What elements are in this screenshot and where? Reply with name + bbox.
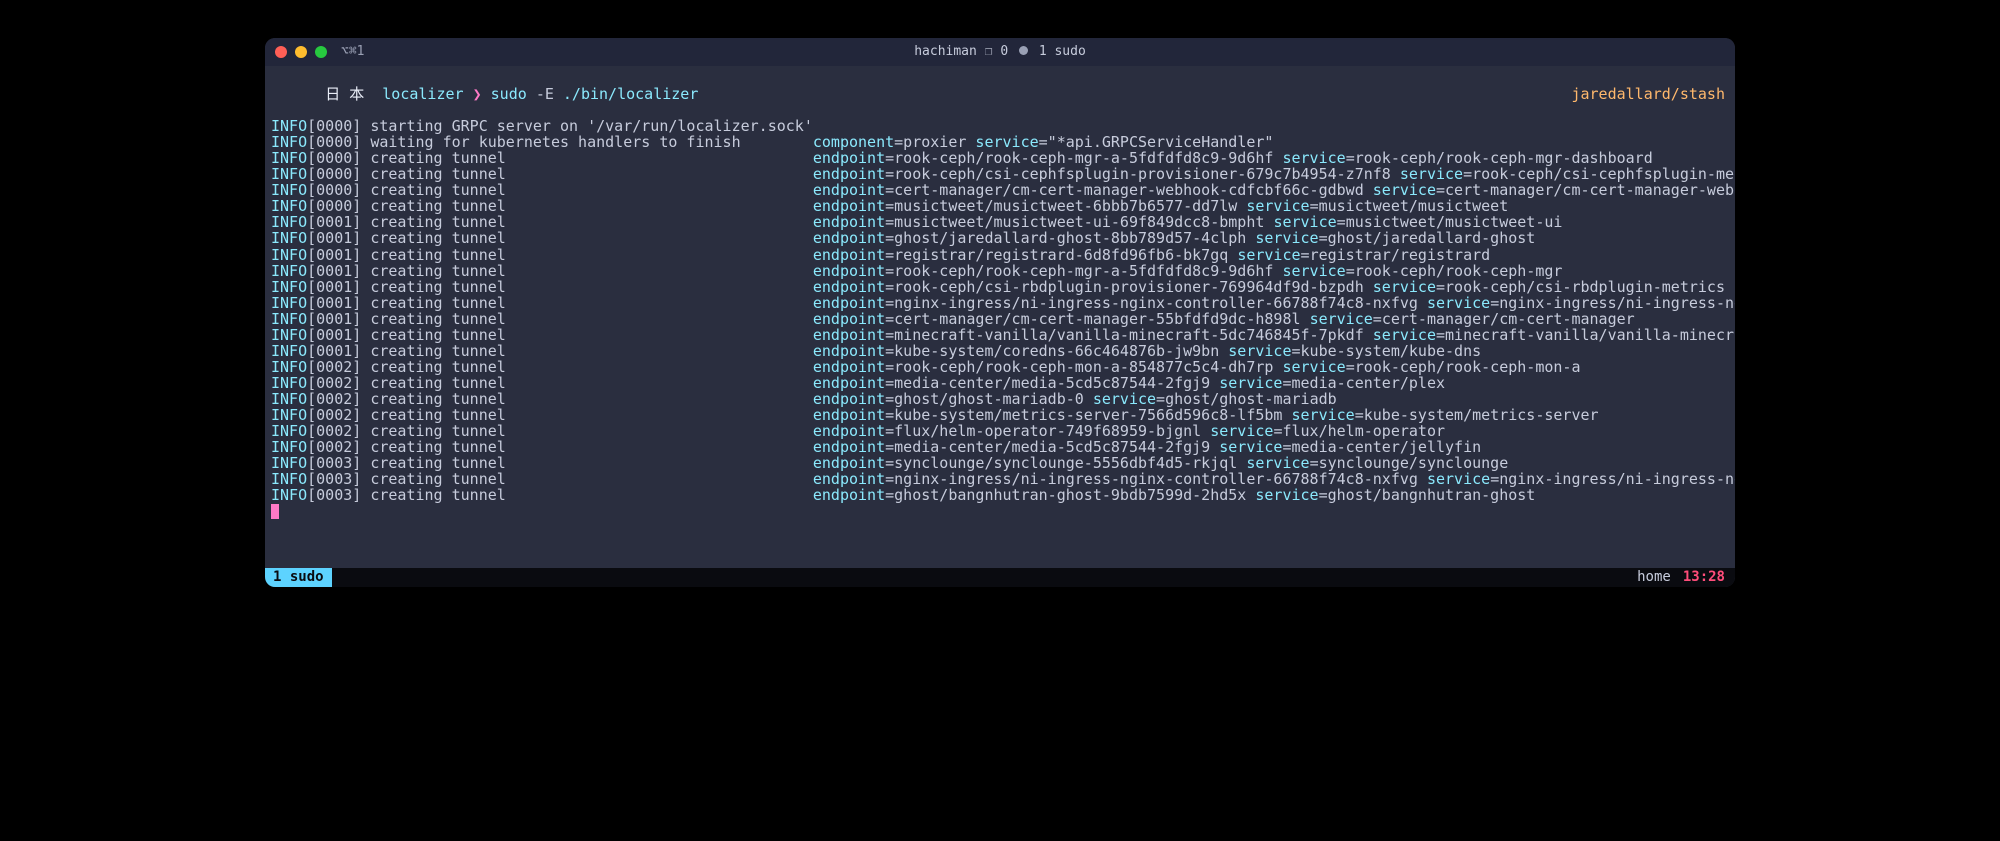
pane-icon: ❐	[985, 44, 993, 59]
terminal-window: ⌥⌘1 hachiman ❐ 0 1 sudo 日 本 localizer ❯ …	[265, 38, 1735, 587]
statusbar-time: 13:28	[1683, 570, 1735, 585]
titlebar-center: hachiman ❐ 0 1 sudo	[265, 45, 1735, 59]
minimize-icon[interactable]	[295, 46, 307, 58]
titlebar-host: hachiman	[914, 44, 977, 59]
log-line: INFO[0002] creating tunnel endpoint=rook…	[271, 359, 1729, 375]
log-line: INFO[0002] creating tunnel endpoint=ghos…	[271, 391, 1729, 407]
log-line: INFO[0002] creating tunnel endpoint=medi…	[271, 375, 1729, 391]
log-line: INFO[0002] creating tunnel endpoint=flux…	[271, 423, 1729, 439]
window-controls	[275, 46, 327, 58]
log-line: INFO[0000] creating tunnel endpoint=rook…	[271, 166, 1729, 182]
log-line: INFO[0001] creating tunnel endpoint=kube…	[271, 343, 1729, 359]
log-line: INFO[0003] creating tunnel endpoint=ngin…	[271, 471, 1729, 487]
statusbar-window[interactable]: 1 sudo	[265, 568, 332, 587]
log-line: INFO[0002] creating tunnel endpoint=kube…	[271, 407, 1729, 423]
prompt-line: 日 本 localizer ❯ sudo -E ./bin/localizer j…	[271, 70, 1729, 118]
terminal-body[interactable]: 日 本 localizer ❯ sudo -E ./bin/localizer j…	[265, 66, 1735, 568]
log-line: INFO[0003] creating tunnel endpoint=sync…	[271, 455, 1729, 471]
prompt-flag: -E	[536, 85, 554, 103]
log-line: INFO[0000] starting GRPC server on '/var…	[271, 118, 1729, 134]
log-line: INFO[0001] creating tunnel endpoint=musi…	[271, 214, 1729, 230]
log-line: INFO[0001] creating tunnel endpoint=rook…	[271, 263, 1729, 279]
cursor-line	[271, 503, 1729, 519]
dot-icon	[1019, 46, 1028, 55]
titlebar[interactable]: ⌥⌘1 hachiman ❐ 0 1 sudo	[265, 38, 1735, 66]
close-icon[interactable]	[275, 46, 287, 58]
statusbar-host: home	[1637, 570, 1683, 585]
log-line: INFO[0003] creating tunnel endpoint=ghos…	[271, 487, 1729, 503]
prompt-prefix: 日 本	[325, 85, 373, 103]
log-line: INFO[0001] creating tunnel endpoint=ngin…	[271, 295, 1729, 311]
titlebar-left-label: ⌥⌘1	[341, 45, 364, 59]
log-line: INFO[0001] creating tunnel endpoint=cert…	[271, 311, 1729, 327]
log-line: INFO[0000] waiting for kubernetes handle…	[271, 134, 1729, 150]
prompt-branch: jaredallard/stash	[1571, 86, 1725, 102]
titlebar-pane-count: 0	[1000, 44, 1008, 59]
statusbar-window-label: 1 sudo	[273, 570, 324, 585]
statusbar: 1 sudo home 13:28	[265, 568, 1735, 587]
log-output: INFO[0000] starting GRPC server on '/var…	[271, 118, 1729, 503]
log-line: INFO[0001] creating tunnel endpoint=mine…	[271, 327, 1729, 343]
log-line: INFO[0001] creating tunnel endpoint=rook…	[271, 279, 1729, 295]
log-line: INFO[0000] creating tunnel endpoint=musi…	[271, 198, 1729, 214]
log-line: INFO[0001] creating tunnel endpoint=ghos…	[271, 230, 1729, 246]
log-line: INFO[0002] creating tunnel endpoint=medi…	[271, 439, 1729, 455]
log-line: INFO[0000] creating tunnel endpoint=cert…	[271, 182, 1729, 198]
log-line: INFO[0001] creating tunnel endpoint=regi…	[271, 247, 1729, 263]
prompt-path: ./bin/localizer	[563, 85, 698, 103]
log-line: INFO[0000] creating tunnel endpoint=rook…	[271, 150, 1729, 166]
prompt-caret: ❯	[473, 85, 482, 103]
zoom-icon[interactable]	[315, 46, 327, 58]
prompt-cmd: sudo	[491, 85, 527, 103]
prompt-host: localizer	[382, 85, 463, 103]
cursor-icon	[271, 504, 279, 519]
titlebar-proc: 1 sudo	[1039, 44, 1086, 59]
